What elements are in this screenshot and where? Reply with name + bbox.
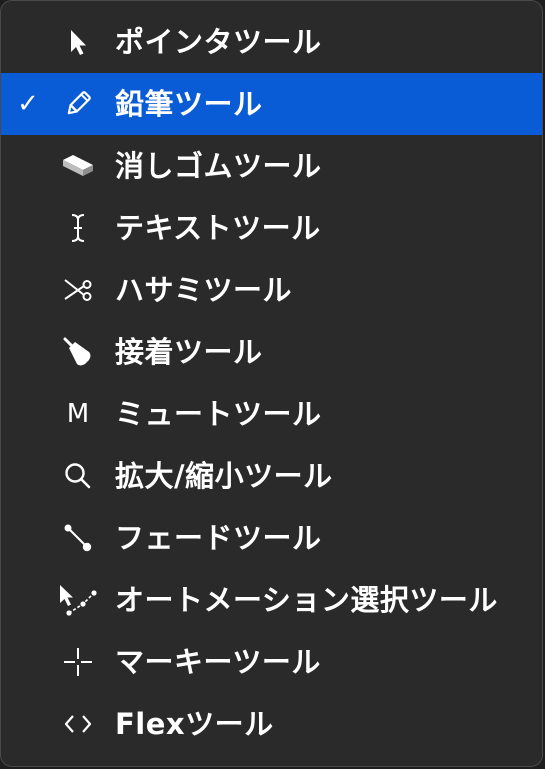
mute-m-icon: M <box>66 399 90 429</box>
menu-item-label: フェードツール <box>115 521 322 555</box>
menu-item-scissors-tool[interactable]: ハサミツール <box>1 259 542 321</box>
automation-select-icon <box>57 569 99 631</box>
menu-item-label: マーキーツール <box>115 645 321 679</box>
glue-icon <box>57 321 99 383</box>
menu-item-text-tool[interactable]: テキストツール <box>1 197 542 259</box>
tool-menu: ポインタツール ✓ 鉛筆ツール 消しゴムツール テキストツール ハサミツール 接… <box>0 0 543 767</box>
fade-line-icon <box>57 507 99 569</box>
menu-item-pencil-tool[interactable]: ✓ 鉛筆ツール <box>1 73 542 135</box>
flex-brackets-icon <box>57 693 99 755</box>
menu-item-label: オートメーション選択ツール <box>115 583 498 617</box>
menu-item-label: 消しゴムツール <box>115 149 322 183</box>
menu-item-automation-select-tool[interactable]: オートメーション選択ツール <box>1 569 542 631</box>
menu-item-label: Flexツール <box>115 707 274 741</box>
checkmark-icon: ✓ <box>17 89 39 119</box>
menu-item-marquee-tool[interactable]: マーキーツール <box>1 631 542 693</box>
menu-item-fade-tool[interactable]: フェードツール <box>1 507 542 569</box>
menu-item-pointer-tool[interactable]: ポインタツール <box>1 11 542 73</box>
pencil-icon <box>57 73 99 135</box>
menu-item-label: 拡大/縮小ツール <box>115 459 333 493</box>
menu-item-zoom-tool[interactable]: 拡大/縮小ツール <box>1 445 542 507</box>
magnifier-icon <box>57 445 99 507</box>
text-cursor-icon <box>57 197 99 259</box>
scissors-icon <box>57 259 99 321</box>
menu-item-mute-tool[interactable]: M ミュートツール <box>1 383 542 445</box>
marquee-crosshair-icon <box>57 631 99 693</box>
menu-item-label: 鉛筆ツール <box>115 87 263 121</box>
menu-item-label: テキストツール <box>115 211 321 245</box>
menu-item-label: 接着ツール <box>115 335 263 369</box>
menu-item-glue-tool[interactable]: 接着ツール <box>1 321 542 383</box>
menu-item-eraser-tool[interactable]: 消しゴムツール <box>1 135 542 197</box>
menu-item-label: ハサミツール <box>115 273 293 307</box>
eraser-icon <box>57 135 99 197</box>
menu-item-label: ミュートツール <box>115 397 322 431</box>
pointer-arrow-icon <box>57 11 99 73</box>
menu-item-label: ポインタツール <box>115 25 322 59</box>
menu-item-flex-tool[interactable]: Flexツール <box>1 693 542 755</box>
